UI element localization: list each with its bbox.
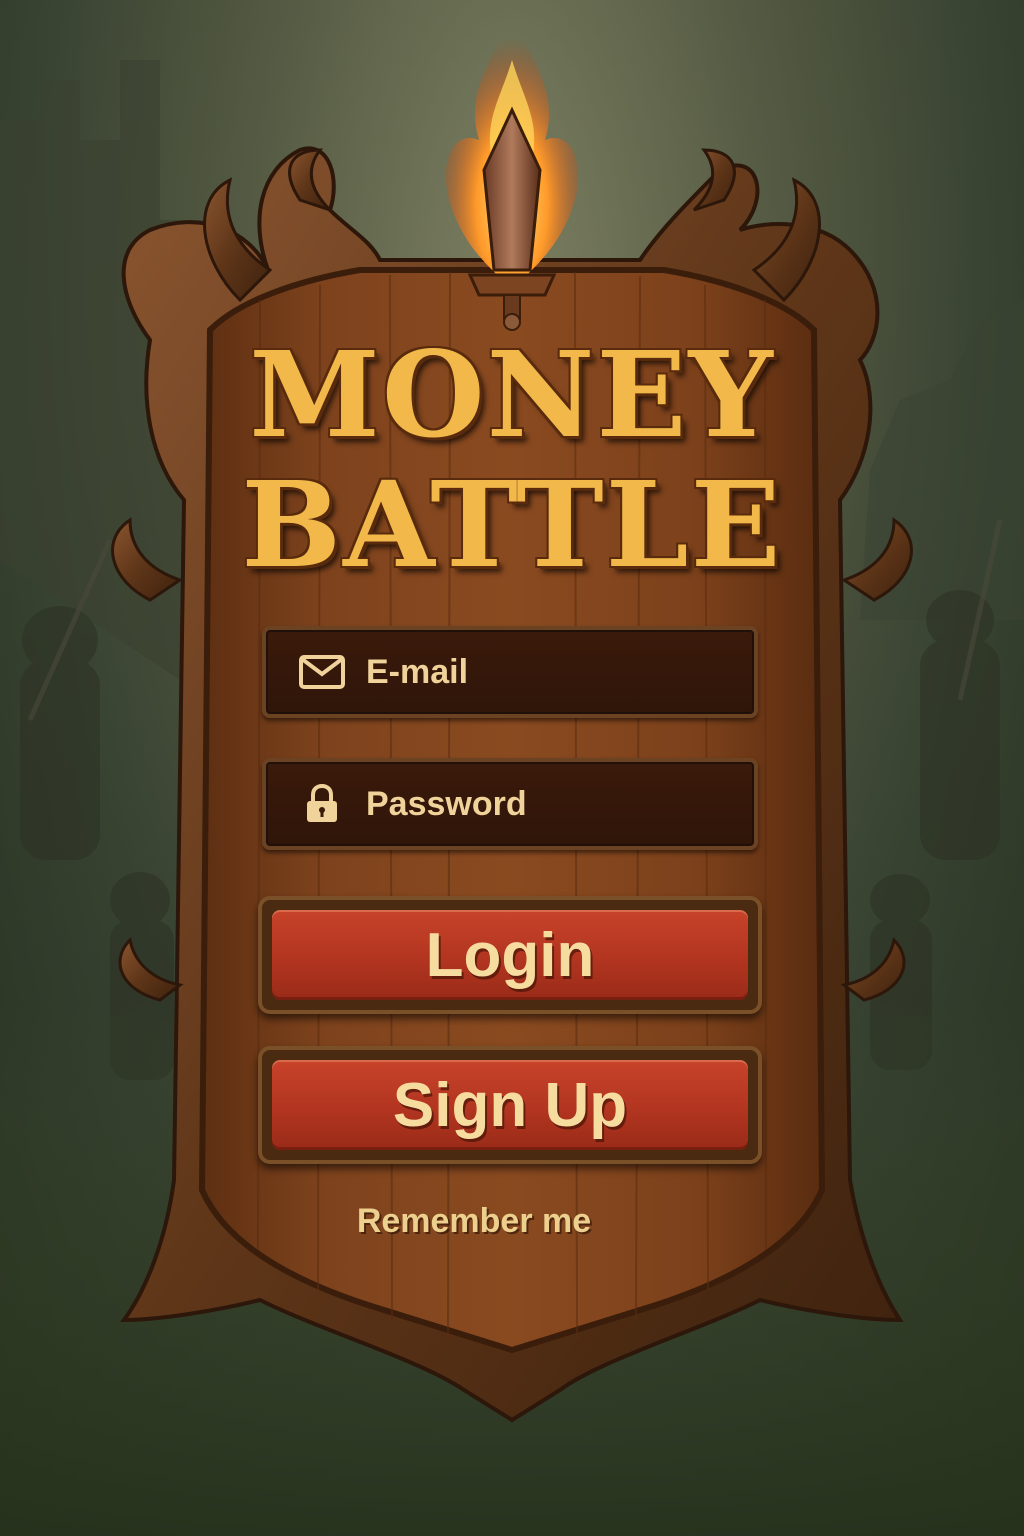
password-field[interactable] xyxy=(262,758,758,850)
login-button-label: Login xyxy=(425,920,595,990)
game-title-line1: MONEY xyxy=(249,325,775,464)
game-title-line2: BATTLE xyxy=(241,455,783,594)
padlock-icon xyxy=(296,784,348,824)
envelope-icon xyxy=(296,654,348,690)
email-field[interactable] xyxy=(262,626,758,718)
signup-button[interactable]: Sign Up xyxy=(258,1046,762,1164)
signup-button-face[interactable]: Sign Up xyxy=(272,1060,748,1150)
signup-button-label: Sign Up xyxy=(392,1070,628,1140)
password-input[interactable] xyxy=(364,783,748,825)
login-button[interactable]: Login xyxy=(258,896,762,1014)
login-button-face[interactable]: Login xyxy=(272,910,748,1000)
remember-me-toggle[interactable]: Remember me xyxy=(0,1202,1024,1241)
remember-me-label[interactable]: Remember me xyxy=(357,1202,591,1240)
email-input[interactable] xyxy=(364,651,748,693)
